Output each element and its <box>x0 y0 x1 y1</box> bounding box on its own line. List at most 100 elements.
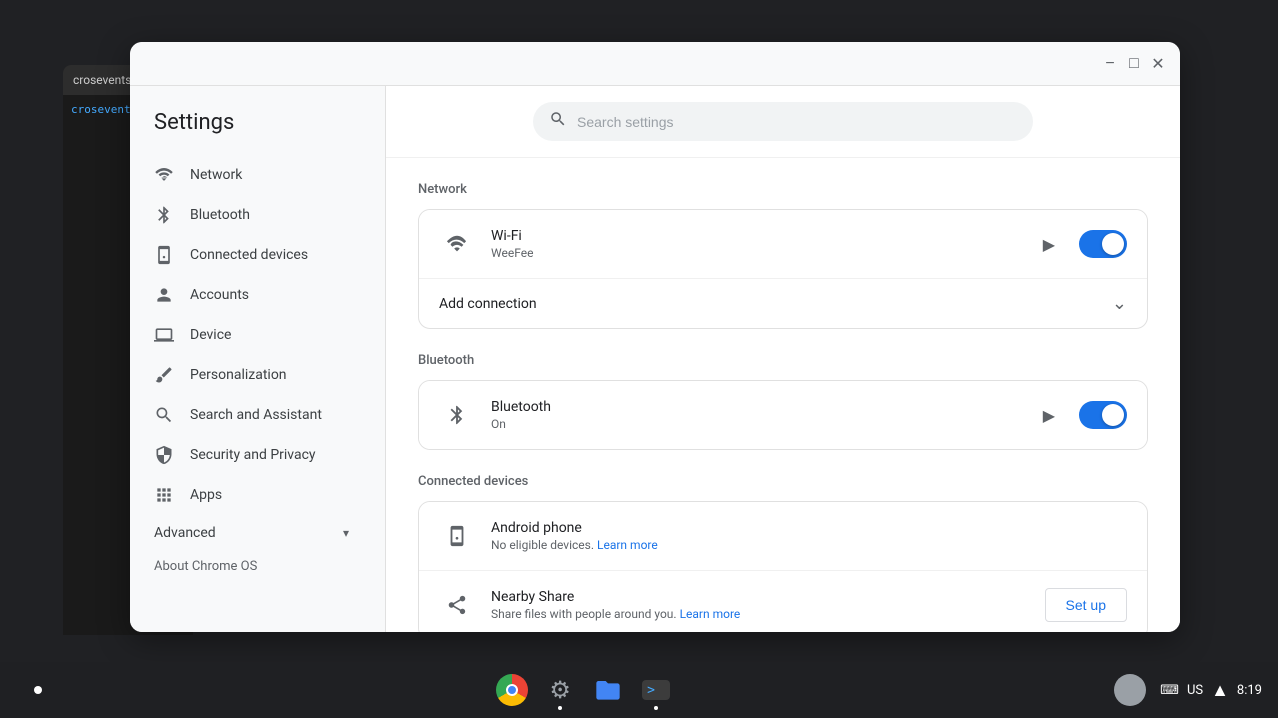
sidebar-bluetooth-label: Bluetooth <box>190 207 250 223</box>
network-section-title: Network <box>418 182 1148 197</box>
search-assistant-icon <box>154 405 174 425</box>
sidebar-item-bluetooth[interactable]: Bluetooth <box>130 195 373 235</box>
taskbar-terminal[interactable] <box>634 668 678 712</box>
bluetooth-chevron-icon: ▶ <box>1043 406 1055 425</box>
wifi-toggle-knob <box>1102 233 1124 255</box>
window-titlebar: − □ ✕ <box>130 42 1180 86</box>
window-body: Settings Network Bluetooth Connected dev… <box>130 86 1180 632</box>
search-icon <box>549 110 567 133</box>
android-phone-subtitle: No eligible devices. Learn more <box>491 538 1127 552</box>
wifi-toggle[interactable] <box>1079 230 1127 258</box>
connected-devices-icon <box>154 245 174 265</box>
nearby-share-title: Nearby Share <box>491 589 1045 605</box>
bluetooth-toggle[interactable] <box>1079 401 1127 429</box>
sidebar-item-network[interactable]: Network <box>130 155 373 195</box>
network-card: Wi-Fi WeeFee ▶ Add connection ⌄ <box>418 209 1148 329</box>
sidebar-item-security-privacy[interactable]: Security and Privacy <box>130 435 373 475</box>
search-bar-container <box>386 86 1180 158</box>
sidebar-advanced[interactable]: Advanced ▾ <box>130 515 373 551</box>
bluetooth-title: Bluetooth <box>491 399 1043 415</box>
add-connection-text: Add connection <box>439 296 537 312</box>
taskbar-center: ⚙ <box>64 668 1104 712</box>
sidebar-security-privacy-label: Security and Privacy <box>190 447 316 463</box>
settings-active-dot <box>558 706 562 710</box>
wifi-row[interactable]: Wi-Fi WeeFee ▶ <box>419 210 1147 279</box>
maximize-button[interactable]: □ <box>1124 54 1144 74</box>
wifi-row-actions: ▶ <box>1043 230 1127 258</box>
bluetooth-card: Bluetooth On ▶ <box>418 380 1148 450</box>
close-button[interactable]: ✕ <box>1148 54 1168 74</box>
sidebar-item-search-assistant[interactable]: Search and Assistant <box>130 395 373 435</box>
wifi-status-icon: ▲ <box>1211 680 1229 701</box>
main-content: Network Wi-Fi WeeFee ▶ <box>386 86 1180 632</box>
sidebar-item-accounts[interactable]: Accounts <box>130 275 373 315</box>
sidebar-about[interactable]: About Chrome OS <box>130 551 385 582</box>
sidebar-about-label: About Chrome OS <box>154 559 257 574</box>
us-label: US <box>1187 683 1203 698</box>
bluetooth-row[interactable]: Bluetooth On ▶ <box>419 381 1147 449</box>
network-icon <box>154 165 174 185</box>
files-icon <box>594 676 622 700</box>
add-connection-row[interactable]: Add connection ⌄ <box>419 279 1147 328</box>
search-input[interactable] <box>577 114 1017 130</box>
device-icon <box>154 325 174 345</box>
sidebar-connected-devices-label: Connected devices <box>190 247 308 263</box>
android-phone-icon <box>439 518 475 554</box>
chrome-icon <box>496 674 528 706</box>
sidebar: Settings Network Bluetooth Connected dev… <box>130 86 386 632</box>
connected-devices-section-title: Connected devices <box>418 474 1148 489</box>
taskbar-launcher[interactable] <box>16 668 60 712</box>
launcher-icon <box>34 686 42 694</box>
nearby-share-row[interactable]: Nearby Share Share files with people aro… <box>419 571 1147 632</box>
sidebar-search-assistant-label: Search and Assistant <box>190 407 322 423</box>
android-phone-learn-more[interactable]: Learn more <box>597 538 658 552</box>
advanced-arrow-icon: ▾ <box>343 526 349 540</box>
taskbar-right: ⌨ US ▲ 8:19 <box>1108 668 1262 712</box>
android-phone-row[interactable]: Android phone No eligible devices. Learn… <box>419 502 1147 571</box>
nearby-share-setup-button[interactable]: Set up <box>1045 588 1127 622</box>
bluetooth-row-text: Bluetooth On <box>491 399 1043 431</box>
taskbar-settings[interactable]: ⚙ <box>538 668 582 712</box>
bluetooth-row-icon <box>439 397 475 433</box>
taskbar-avatar[interactable] <box>1108 668 1152 712</box>
search-bar <box>533 102 1033 141</box>
terminal-title-text: crosevents <box>73 73 131 87</box>
wifi-row-icon <box>439 226 475 262</box>
sidebar-advanced-label: Advanced <box>154 525 216 541</box>
sidebar-item-apps[interactable]: Apps <box>130 475 373 515</box>
android-phone-title: Android phone <box>491 520 1127 536</box>
wifi-subtitle: WeeFee <box>491 246 1043 260</box>
connected-devices-card: Android phone No eligible devices. Learn… <box>418 501 1148 632</box>
sidebar-personalization-label: Personalization <box>190 367 287 383</box>
sidebar-item-connected-devices[interactable]: Connected devices <box>130 235 373 275</box>
keyboard-icon: ⌨ <box>1160 683 1179 698</box>
taskbar: ⚙ ⌨ US ▲ 8:19 <box>0 662 1278 718</box>
personalization-icon <box>154 365 174 385</box>
security-privacy-icon <box>154 445 174 465</box>
nearby-share-learn-more[interactable]: Learn more <box>680 607 741 621</box>
status-area[interactable]: ⌨ US ▲ 8:19 <box>1160 680 1262 701</box>
taskbar-files[interactable] <box>586 668 630 712</box>
taskbar-left <box>16 668 60 712</box>
sidebar-item-device[interactable]: Device <box>130 315 373 355</box>
nearby-share-actions: Set up <box>1045 588 1127 622</box>
content-sections: Network Wi-Fi WeeFee ▶ <box>386 158 1180 632</box>
wifi-chevron-icon: ▶ <box>1043 235 1055 254</box>
sidebar-device-label: Device <box>190 327 231 343</box>
nearby-share-text: Nearby Share Share files with people aro… <box>491 589 1045 621</box>
accounts-icon <box>154 285 174 305</box>
sidebar-apps-label: Apps <box>190 487 222 503</box>
bluetooth-toggle-knob <box>1102 404 1124 426</box>
avatar <box>1114 674 1146 706</box>
sidebar-accounts-label: Accounts <box>190 287 249 303</box>
bluetooth-icon <box>154 205 174 225</box>
bluetooth-subtitle: On <box>491 417 1043 431</box>
sidebar-item-personalization[interactable]: Personalization <box>130 355 373 395</box>
nearby-share-icon <box>439 587 475 623</box>
bluetooth-row-actions: ▶ <box>1043 401 1127 429</box>
chrome-inner <box>506 684 518 696</box>
terminal-active-dot <box>654 706 658 710</box>
taskbar-chrome[interactable] <box>490 668 534 712</box>
minimize-button[interactable]: − <box>1100 54 1120 74</box>
wifi-row-text: Wi-Fi WeeFee <box>491 228 1043 260</box>
